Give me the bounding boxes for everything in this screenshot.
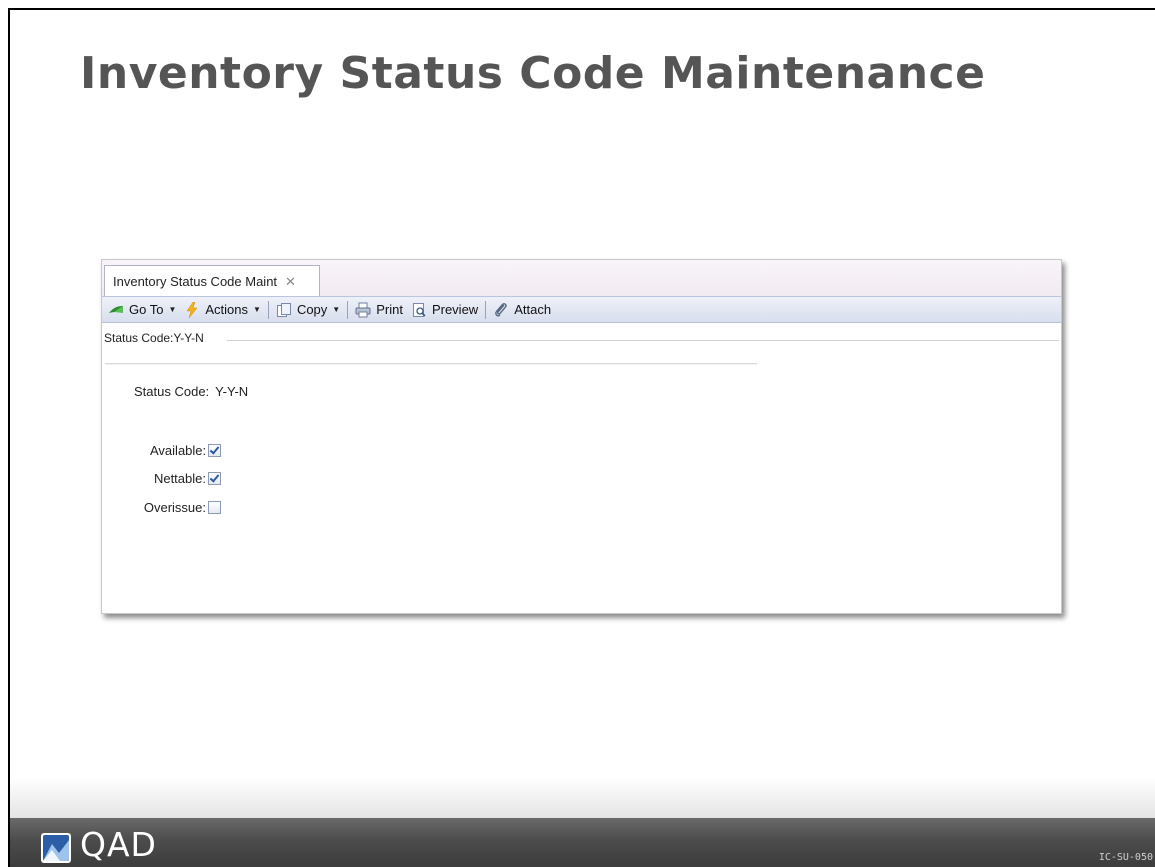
- printer-icon: [355, 302, 371, 317]
- attach-button[interactable]: Attach: [489, 299, 555, 321]
- form-separator: [105, 363, 757, 365]
- status-code-value: Y-Y-N: [215, 384, 249, 399]
- print-button[interactable]: Print: [351, 299, 407, 321]
- goto-button[interactable]: Go To ▼: [104, 299, 180, 321]
- status-code-label: Status Code:: [134, 384, 210, 399]
- nettable-row: Nettable:: [150, 471, 221, 486]
- attach-label: Attach: [514, 302, 552, 317]
- qad-logo-text: QAD: [80, 825, 157, 864]
- lightning-icon: [186, 301, 198, 318]
- chevron-down-icon: ▼: [253, 305, 261, 314]
- app-window: Inventory Status Code Maint ✕ Go To ▼ Ac…: [101, 259, 1062, 614]
- slide-title: Inventory Status Code Maintenance: [80, 48, 986, 99]
- copy-label: Copy: [296, 302, 328, 317]
- print-label: Print: [376, 302, 403, 317]
- available-label: Available:: [150, 443, 207, 458]
- status-code-row: Status Code: Y-Y-N: [134, 384, 248, 399]
- goto-label: Go To: [129, 302, 164, 317]
- tab-strip: Inventory Status Code Maint ✕: [102, 260, 1061, 297]
- available-checkbox[interactable]: [208, 444, 221, 457]
- footer-gradient: [10, 778, 1155, 818]
- toolbar-divider: [267, 300, 269, 319]
- nettable-label: Nettable:: [153, 471, 206, 486]
- overissue-checkbox[interactable]: [208, 501, 221, 514]
- copy-button[interactable]: Copy ▼: [272, 299, 344, 321]
- copy-icon: [276, 302, 291, 317]
- section-legend: Status Code:Y-Y-N: [104, 331, 210, 345]
- tab-label: Inventory Status Code Maint: [113, 273, 278, 289]
- section-divider: [227, 340, 1059, 341]
- qad-logo-icon: [41, 833, 71, 863]
- chevron-down-icon: ▼: [168, 305, 177, 314]
- preview-label: Preview: [431, 302, 479, 317]
- goto-arrow-icon: [109, 305, 123, 313]
- nettable-checkbox[interactable]: [208, 472, 221, 485]
- chevron-down-icon: ▼: [332, 305, 341, 314]
- toolbar-divider: [485, 300, 487, 319]
- close-icon[interactable]: ✕: [285, 275, 296, 288]
- toolbar: Go To ▼ Actions ▼ Copy ▼ Print Preview A…: [102, 297, 1061, 323]
- slide-code: IC-SU-050: [1098, 852, 1153, 863]
- overissue-label: Overissue:: [143, 500, 206, 515]
- overissue-row: Overissue:: [138, 500, 221, 515]
- preview-button[interactable]: Preview: [407, 299, 482, 321]
- preview-icon: [412, 302, 426, 317]
- available-row: Available:: [150, 443, 221, 458]
- actions-button[interactable]: Actions ▼: [180, 299, 265, 321]
- toolbar-divider: [347, 300, 349, 319]
- footer-bar: [10, 818, 1155, 867]
- actions-label: Actions: [205, 302, 249, 317]
- tab-inventory-status-code-maint[interactable]: Inventory Status Code Maint ✕: [104, 265, 320, 296]
- paperclip-icon: [495, 302, 507, 317]
